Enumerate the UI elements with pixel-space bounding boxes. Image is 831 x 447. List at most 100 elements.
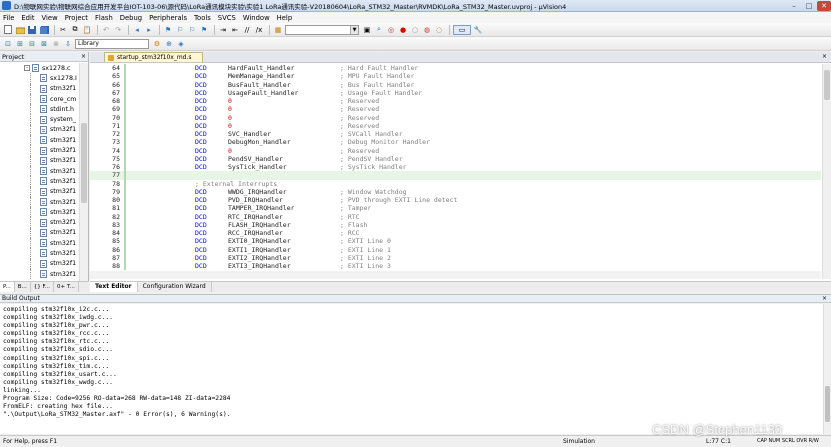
build-output[interactable]: compiling stm32f10x_i2c.c... compiling st…	[0, 304, 823, 434]
close-button[interactable]: ✕	[817, 0, 831, 11]
code-area[interactable]: 64 DCD HardFault_Handler ; Hard Fault Handl…	[90, 64, 821, 270]
download-icon[interactable]: ⇩	[63, 39, 73, 49]
new-file-icon[interactable]	[3, 25, 13, 35]
code-line[interactable]: 79 DCD WWDG_IRQHandler ; Window Watchdog	[90, 187, 821, 196]
menu-peripherals[interactable]: Peripherals	[149, 14, 187, 22]
kill-breakpoints-icon[interactable]: ◍	[422, 25, 432, 35]
menu-debug[interactable]: Debug	[120, 14, 142, 22]
code-line[interactable]: 74 DCD 0 ; Reserved	[90, 146, 821, 155]
tab-functions[interactable]: {} F...	[31, 282, 55, 292]
tree-item[interactable]: stdint.h	[0, 104, 80, 115]
find-icon[interactable]: ▣	[362, 25, 372, 35]
project-scrollbar[interactable]	[79, 63, 88, 281]
tree-item[interactable]: system_	[0, 114, 80, 125]
code-line[interactable]: 80 DCD PVD_IRQHandler ; PVD through EXTI Li…	[90, 196, 821, 205]
translate-icon[interactable]: ⊡	[3, 39, 13, 49]
menu-tools[interactable]: Tools	[194, 14, 211, 22]
minimize-button[interactable]: –	[787, 1, 801, 11]
menu-flash[interactable]: Flash	[95, 14, 113, 22]
tree-item[interactable]: stm32f1	[0, 196, 80, 208]
disable-all-breakpoints-icon[interactable]: ◌	[434, 25, 444, 35]
tree-item[interactable]: core_cm	[0, 93, 80, 105]
code-line[interactable]: 82 DCD RTC_IRQHandler ; RTC	[90, 212, 821, 221]
bookmark-icon[interactable]: ⚑	[163, 25, 173, 35]
code-line[interactable]: 64 DCD HardFault_Handler ; Hard Fault Handl…	[90, 64, 821, 73]
tree-item[interactable]: stm32f1	[0, 155, 80, 166]
tree-item[interactable]: stm32f1	[0, 238, 80, 249]
tree-item[interactable]: stm32f1	[0, 124, 80, 136]
start-debug-icon[interactable]: ◎	[386, 25, 396, 35]
redo-icon[interactable]: ↷	[113, 25, 123, 35]
tab-startup-file[interactable]: startup_stm32f10x_md.s	[104, 52, 203, 62]
tree-item[interactable]: stm32f1	[0, 258, 80, 269]
expand-icon[interactable]: -	[24, 65, 30, 72]
paste-icon[interactable]: 📋	[82, 25, 92, 35]
tab-project[interactable]: P...	[0, 282, 15, 292]
code-line[interactable]: 85 DCD EXTI0_IRQHandler ; EXTI Line 0	[90, 237, 821, 246]
close-icon[interactable]: ×	[81, 52, 86, 62]
indent-icon[interactable]: ⇥	[218, 25, 228, 35]
tree-item[interactable]: - sx1278.c	[0, 63, 80, 73]
build-icon[interactable]: ⊞	[15, 39, 25, 49]
navigate-back-icon[interactable]: ◂	[132, 25, 142, 35]
scroll-thumb[interactable]	[824, 70, 830, 100]
code-line[interactable]: 75 DCD PendSV_Handler ; PendSV Handler	[90, 154, 821, 163]
menu-project[interactable]: Project	[65, 14, 88, 22]
code-line[interactable]: 86 DCD EXTI1_IRQHandler ; EXTI Line 1	[90, 245, 821, 254]
close-icon[interactable]: ×	[822, 53, 827, 60]
tree-item[interactable]: stm32f1	[0, 248, 80, 259]
tree-item[interactable]: sx1278.I	[0, 73, 80, 84]
tree-item[interactable]: stm32f1	[0, 207, 80, 218]
select-packs-icon[interactable]: ◈	[176, 39, 186, 49]
close-icon[interactable]: ×	[822, 295, 827, 303]
code-line[interactable]: 76 DCD SysTick_Handler ; SysTick Handler	[90, 163, 821, 172]
tab-books[interactable]: B...	[15, 282, 31, 292]
code-line[interactable]: 72 DCD SVC_Handler ; SVCall Handler	[90, 130, 821, 139]
build-output-scrollbar[interactable]	[823, 304, 831, 434]
tab-templates[interactable]: 0+ T...	[54, 282, 79, 292]
unindent-icon[interactable]: ⇤	[230, 25, 240, 35]
tree-item[interactable]: stm32f1	[0, 186, 80, 197]
save-all-icon[interactable]	[39, 25, 49, 35]
tree-item[interactable]: stm32f1	[0, 227, 80, 239]
rebuild-icon[interactable]: ⊟	[27, 39, 37, 49]
prev-bookmark-icon[interactable]: ⚐	[175, 25, 185, 35]
tab-text-editor[interactable]: Text Editor	[90, 282, 138, 292]
comment-icon[interactable]: //	[242, 25, 252, 35]
uncomment-icon[interactable]: /x	[254, 25, 264, 35]
scroll-thumb[interactable]	[825, 386, 830, 422]
code-line[interactable]: 65 DCD MemManage_Handler ; MPU Fault Handle…	[90, 72, 821, 81]
menu-help[interactable]: Help	[277, 14, 293, 22]
disable-breakpoint-icon[interactable]: ○	[410, 25, 420, 35]
find-in-files-icon[interactable]: ▦	[273, 25, 283, 35]
code-line[interactable]: 88 DCD EXTI3_IRQHandler ; EXTI Line 3	[90, 262, 821, 270]
menu-svcs[interactable]: SVCS	[218, 14, 236, 22]
maximize-button[interactable]: □	[802, 1, 816, 11]
batch-build-icon[interactable]: ⊠	[39, 39, 49, 49]
code-line[interactable]: 71 DCD 0 ; Reserved	[90, 121, 821, 130]
code-line[interactable]: 67 DCD UsageFault_Handler ; Usage Fault Han…	[90, 88, 821, 97]
code-line[interactable]: 78 ; External Interrupts	[90, 179, 821, 188]
cut-icon[interactable]: ✂	[58, 25, 68, 35]
menu-view[interactable]: View	[42, 14, 58, 22]
code-line[interactable]: 73 DCD DebugMon_Handler ; Debug Monitor Han…	[90, 138, 821, 147]
code-line[interactable]: 69 DCD 0 ; Reserved	[90, 105, 821, 114]
open-folder-icon[interactable]	[15, 25, 25, 35]
code-line[interactable]: 84 DCD RCC_IRQHandler ; RCC	[90, 229, 821, 238]
navigate-forward-icon[interactable]: ▸	[144, 25, 154, 35]
code-line[interactable]: 66 DCD BusFault_Handler ; Bus Fault Handler	[90, 80, 821, 89]
tree-item[interactable]: stm32f1	[0, 217, 80, 228]
code-line[interactable]: 81 DCD TAMPER_IRQHandler ; Tamper	[90, 204, 821, 213]
target-select[interactable]: Library	[75, 38, 149, 49]
target-options-icon[interactable]: ⚙	[152, 39, 162, 49]
tree-item[interactable]: stm32f1	[0, 145, 80, 156]
stop-build-icon[interactable]: ⊗	[51, 39, 61, 49]
undo-icon[interactable]: ↶	[101, 25, 111, 35]
code-line[interactable]: 77	[90, 171, 821, 180]
menu-edit[interactable]: Edit	[21, 14, 34, 22]
tree-item[interactable]: stm32f1	[0, 135, 80, 146]
tree-item[interactable]: stm32f1	[0, 176, 80, 187]
code-line[interactable]: 83 DCD FLASH_IRQHandler ; Flash	[90, 220, 821, 229]
clear-bookmarks-icon[interactable]: ⚑	[199, 25, 209, 35]
next-bookmark-icon[interactable]: ⚐	[187, 25, 197, 35]
